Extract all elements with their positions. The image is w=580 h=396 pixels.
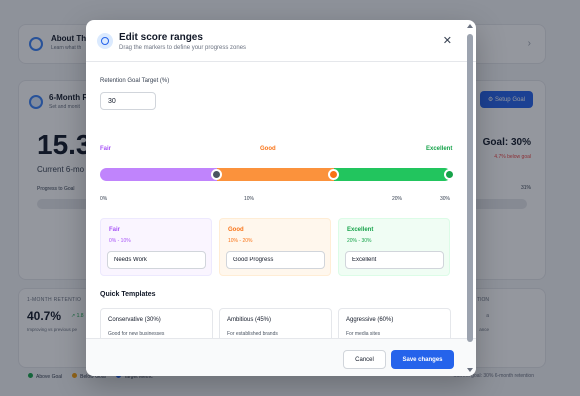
range-marker-20[interactable] — [328, 169, 339, 180]
range-segment-good — [217, 168, 334, 181]
scroll-down-icon[interactable] — [467, 368, 473, 372]
zone-range: 0% - 10% — [109, 238, 131, 244]
tick-label: 0% — [100, 196, 108, 202]
tick-label: 20% — [392, 196, 403, 202]
retention-goal-input[interactable] — [100, 92, 156, 110]
range-segment-fair — [100, 168, 217, 181]
template-desc: For media sites — [346, 331, 381, 337]
scroll-thumb[interactable] — [467, 34, 473, 342]
zone-name: Good — [228, 227, 244, 233]
template-name: Aggressive (60%) — [346, 317, 394, 323]
template-desc: Good for new businesses — [108, 331, 165, 337]
zone-label-input-excellent[interactable] — [345, 251, 444, 269]
zone-name: Fair — [109, 227, 121, 233]
dialog-title: Edit score ranges — [119, 32, 203, 43]
zone-name: Excellent — [347, 227, 374, 233]
zone-label-input-good[interactable] — [226, 251, 325, 269]
zone-label-input-fair[interactable] — [107, 251, 206, 269]
save-changes-button[interactable]: Save changes — [391, 350, 454, 369]
zone-label-fair: Fair — [100, 146, 112, 152]
range-segment-excellent — [334, 168, 451, 181]
template-name: Conservative (30%) — [108, 317, 161, 323]
zone-label-good: Good — [260, 146, 276, 152]
zone-card-fair: Fair 0% - 10% — [100, 218, 212, 276]
dialog-footer: Cancel Save changes — [86, 338, 476, 376]
quick-templates-title: Quick Templates — [100, 291, 156, 298]
zone-label-excellent: Excellent — [426, 146, 453, 152]
dialog-header: Edit score ranges Drag the markers to de… — [86, 20, 476, 62]
cancel-button[interactable]: Cancel — [343, 350, 386, 369]
target-icon — [97, 33, 113, 49]
zone-card-excellent: Excellent 20% - 30% — [338, 218, 450, 276]
range-slider-track[interactable] — [100, 168, 451, 181]
zone-range: 10% - 20% — [228, 238, 253, 244]
tick-label: 10% — [244, 196, 255, 202]
retention-goal-label: Retention Goal Target (%) — [100, 78, 170, 84]
dialog-scrollbar[interactable] — [466, 22, 474, 374]
zone-range: 20% - 30% — [347, 238, 372, 244]
template-desc: For established brands — [227, 331, 278, 337]
zone-card-good: Good 10% - 20% — [219, 218, 331, 276]
range-marker-30[interactable] — [444, 169, 455, 180]
edit-score-ranges-dialog: Edit score ranges Drag the markers to de… — [86, 20, 476, 376]
tick-label: 30% — [440, 196, 451, 202]
scroll-up-icon[interactable] — [467, 24, 473, 28]
range-marker-10[interactable] — [211, 169, 222, 180]
close-icon[interactable]: ✕ — [443, 34, 452, 47]
dialog-subtitle: Drag the markers to define your progress… — [119, 45, 247, 51]
template-name: Ambitious (45%) — [227, 317, 272, 323]
